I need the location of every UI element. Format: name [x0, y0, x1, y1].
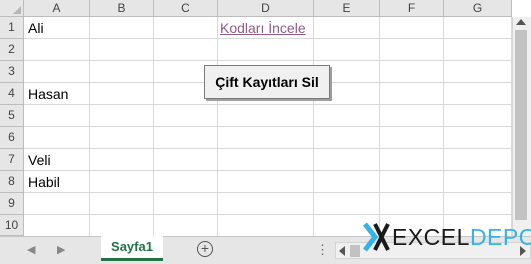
- row-header-3[interactable]: 3: [0, 61, 24, 83]
- tab-sayfa1[interactable]: Sayfa1: [101, 236, 163, 261]
- excel-depo-logo-icon: [362, 222, 392, 252]
- vertical-scroll-thumb[interactable]: [515, 30, 527, 220]
- column-header-b[interactable]: B: [90, 0, 154, 17]
- row-header-9[interactable]: 9: [0, 193, 24, 215]
- grid-line: [24, 126, 512, 127]
- column-header-g[interactable]: G: [444, 0, 512, 17]
- row-header-2[interactable]: 2: [0, 39, 24, 61]
- previous-sheet-icon[interactable]: ◀: [27, 236, 35, 264]
- add-sheet-icon[interactable]: +: [197, 241, 213, 257]
- grid-line: [24, 214, 512, 215]
- column-header-f[interactable]: F: [380, 0, 444, 17]
- next-sheet-icon[interactable]: ▶: [57, 236, 65, 264]
- grid-line: [24, 192, 512, 193]
- grid-line: [24, 38, 512, 39]
- more-options-icon[interactable]: ⋮: [316, 236, 329, 264]
- column-header-d[interactable]: D: [218, 0, 314, 17]
- row-header-7[interactable]: 7: [0, 149, 24, 171]
- watermark-text-depo: DEPO: [469, 224, 531, 250]
- row-header-4[interactable]: 4: [0, 83, 24, 105]
- cell-a7[interactable]: Veli: [28, 150, 51, 170]
- column-header-c[interactable]: C: [154, 0, 218, 17]
- scroll-left-icon[interactable]: [339, 246, 345, 256]
- scroll-up-icon[interactable]: [516, 19, 526, 25]
- cell-a4[interactable]: Hasan: [28, 84, 68, 104]
- column-header-a[interactable]: A: [24, 0, 90, 17]
- row-header-10[interactable]: 10: [0, 215, 24, 236]
- remove-duplicates-button[interactable]: Çift Kayıtları Sil: [204, 65, 330, 99]
- grid-line: [24, 60, 512, 61]
- grid-line: [24, 148, 512, 149]
- excel-depo-watermark: EXCELDEPO: [392, 222, 531, 252]
- row-header-6[interactable]: 6: [0, 127, 24, 149]
- row-header-1[interactable]: 1: [0, 17, 24, 39]
- column-header-e[interactable]: E: [314, 0, 380, 17]
- row-header-5[interactable]: 5: [0, 105, 24, 127]
- watermark-text-excel: EXCEL: [392, 224, 470, 250]
- row-header-8[interactable]: 8: [0, 171, 24, 193]
- horizontal-scroll-thumb[interactable]: [350, 245, 360, 257]
- grid-line: [24, 170, 512, 171]
- cell-a1[interactable]: Ali: [28, 18, 44, 38]
- cell-a8[interactable]: Habil: [28, 172, 60, 192]
- code-review-link[interactable]: Kodları İncele: [220, 18, 306, 38]
- grid-line: [24, 104, 512, 105]
- select-all-corner[interactable]: [0, 0, 24, 17]
